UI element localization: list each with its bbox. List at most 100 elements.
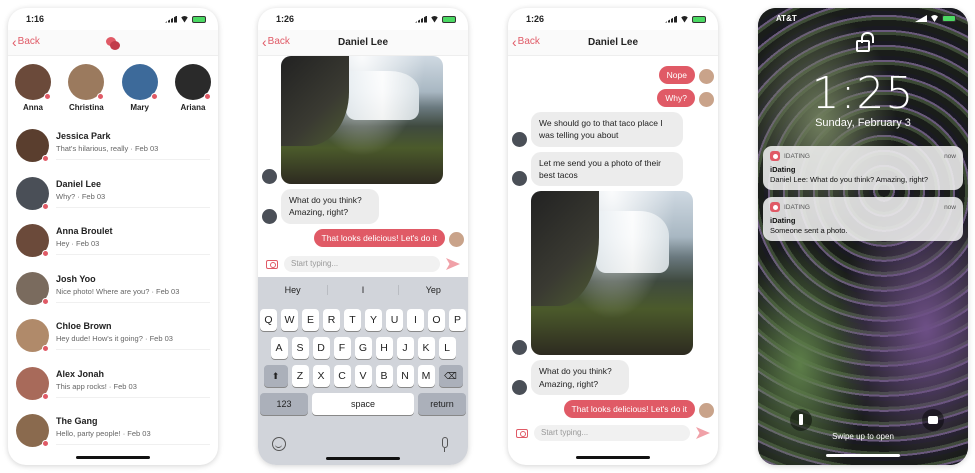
key[interactable]: X <box>312 365 330 387</box>
notification-body: Daniel Lee: What do you think? Amazing, … <box>770 175 929 184</box>
list-item[interactable]: Alex Jonah This app rocks! · Feb 03 <box>8 360 218 408</box>
message-row: That looks delicious! Let's do it <box>258 228 468 247</box>
delete-key[interactable]: ⌫ <box>438 365 463 387</box>
key[interactable]: N <box>396 365 414 387</box>
status-bar: 1:26 <box>258 8 468 30</box>
online-dot <box>150 93 158 100</box>
list-item[interactable]: Daniel Lee Why? · Feb 03 <box>8 170 218 218</box>
key[interactable]: H <box>375 337 393 359</box>
home-indicator[interactable] <box>326 457 400 460</box>
key[interactable]: O <box>428 309 445 331</box>
avatar <box>512 171 527 187</box>
home-indicator[interactable] <box>576 456 650 459</box>
space-key[interactable]: space <box>312 393 414 415</box>
key[interactable]: Z <box>291 365 309 387</box>
key[interactable]: U <box>386 309 403 331</box>
flashlight-icon[interactable] <box>790 409 812 431</box>
key[interactable]: L <box>438 337 456 359</box>
message-row: Nope <box>508 66 718 84</box>
key[interactable]: R <box>323 309 340 331</box>
key[interactable]: W <box>281 309 298 331</box>
key[interactable]: A <box>270 337 288 359</box>
send-icon[interactable] <box>446 258 460 270</box>
numbers-key[interactable]: 123 <box>260 393 308 415</box>
avatar <box>16 366 49 400</box>
return-key[interactable]: return <box>418 393 466 415</box>
story-anna[interactable]: Anna <box>14 64 52 122</box>
list-item[interactable]: The Gang Hello, party people! · Feb 03 <box>8 407 218 455</box>
emoji-icon[interactable] <box>272 437 286 451</box>
key[interactable]: T <box>344 309 361 331</box>
home-indicator[interactable] <box>826 454 900 457</box>
story-christina[interactable]: Christina <box>67 64 105 122</box>
conversation-name: Anna Broulet <box>56 226 113 237</box>
back-button[interactable]: ‹ Back <box>12 35 40 49</box>
back-button[interactable]: ‹ Back <box>262 35 290 49</box>
photo-message[interactable] <box>531 191 693 356</box>
avatar <box>121 64 158 100</box>
avatar <box>16 224 49 258</box>
key[interactable]: M <box>417 365 435 387</box>
online-dot <box>42 392 49 400</box>
key[interactable]: I <box>407 309 424 331</box>
camera-icon[interactable] <box>266 259 278 269</box>
key[interactable]: G <box>354 337 372 359</box>
key[interactable]: J <box>396 337 414 359</box>
key[interactable]: V <box>354 365 372 387</box>
key[interactable]: P <box>449 309 466 331</box>
send-icon[interactable] <box>696 427 710 439</box>
suggestion-item[interactable]: Yep <box>399 285 468 295</box>
notification[interactable]: IDATING now iDating Someone sent a photo. <box>763 197 963 241</box>
key[interactable]: F <box>333 337 351 359</box>
nav-bar: ‹ Back Daniel Lee <box>508 30 718 56</box>
key[interactable]: K <box>417 337 435 359</box>
message-input[interactable]: Start typing... <box>534 425 690 441</box>
composer: Start typing... <box>508 422 718 444</box>
message-input[interactable]: Start typing... <box>284 256 440 272</box>
message-row: What do you think? Amazing, right? <box>258 189 468 224</box>
signal-icon <box>415 15 427 23</box>
battery-icon <box>192 15 206 23</box>
incoming-message: What do you think? Amazing, right? <box>531 360 629 395</box>
message-list: Nope Why? We should go to that taco plac… <box>508 66 718 423</box>
online-dot <box>42 440 49 448</box>
key[interactable]: Q <box>260 309 277 331</box>
key[interactable]: B <box>375 365 393 387</box>
camera-icon[interactable] <box>922 409 944 431</box>
list-item[interactable]: Josh Yoo Nice photo! Where are you? · Feb… <box>8 265 218 313</box>
nav-bar: ‹ Back Daniel Lee <box>258 30 468 56</box>
nav-bar: ‹ Back <box>8 30 218 56</box>
message-list: What do you think? Amazing, right? That … <box>258 56 468 252</box>
suggestion-item[interactable]: Hey <box>258 285 329 295</box>
key[interactable]: C <box>333 365 351 387</box>
key[interactable]: E <box>302 309 319 331</box>
suggestion-item[interactable]: I <box>328 285 399 295</box>
list-item[interactable]: Anna Broulet Hey · Feb 03 <box>8 217 218 265</box>
wifi-icon <box>930 15 939 22</box>
photo-message[interactable] <box>281 56 443 184</box>
list-item[interactable]: Chloe Brown Hey dude! How's it going? · F… <box>8 312 218 360</box>
message-row: That looks delicious! Let's do it <box>508 399 718 418</box>
back-button[interactable]: ‹ Back <box>512 35 540 49</box>
key[interactable]: D <box>312 337 330 359</box>
online-dot <box>42 345 49 353</box>
home-indicator[interactable] <box>76 456 150 459</box>
notification[interactable]: IDATING now iDating Daniel Lee: What do y… <box>763 146 963 190</box>
keyboard: Hey I Yep QWERTYUIOP ASDFGHJKL ⬆ Z X C V B N M ⌫… <box>258 277 468 465</box>
list-item[interactable]: Jessica Park That's hilarious, really · F… <box>8 122 218 170</box>
key[interactable]: S <box>291 337 309 359</box>
story-mary[interactable]: Mary <box>121 64 159 122</box>
notification-time: now <box>944 152 956 160</box>
conversation-name: Daniel Lee <box>56 178 102 189</box>
signal-icon <box>665 15 677 23</box>
key[interactable]: Y <box>365 309 382 331</box>
status-time: 1:26 <box>276 14 295 24</box>
story-ariana[interactable]: Ariana <box>174 64 212 122</box>
avatar <box>16 319 49 353</box>
microphone-icon[interactable] <box>442 437 448 452</box>
notification-app: IDATING <box>784 203 810 211</box>
avatar <box>699 402 714 418</box>
page-title: Daniel Lee <box>587 37 639 48</box>
camera-icon[interactable] <box>516 428 528 438</box>
shift-key[interactable]: ⬆ <box>263 365 288 387</box>
